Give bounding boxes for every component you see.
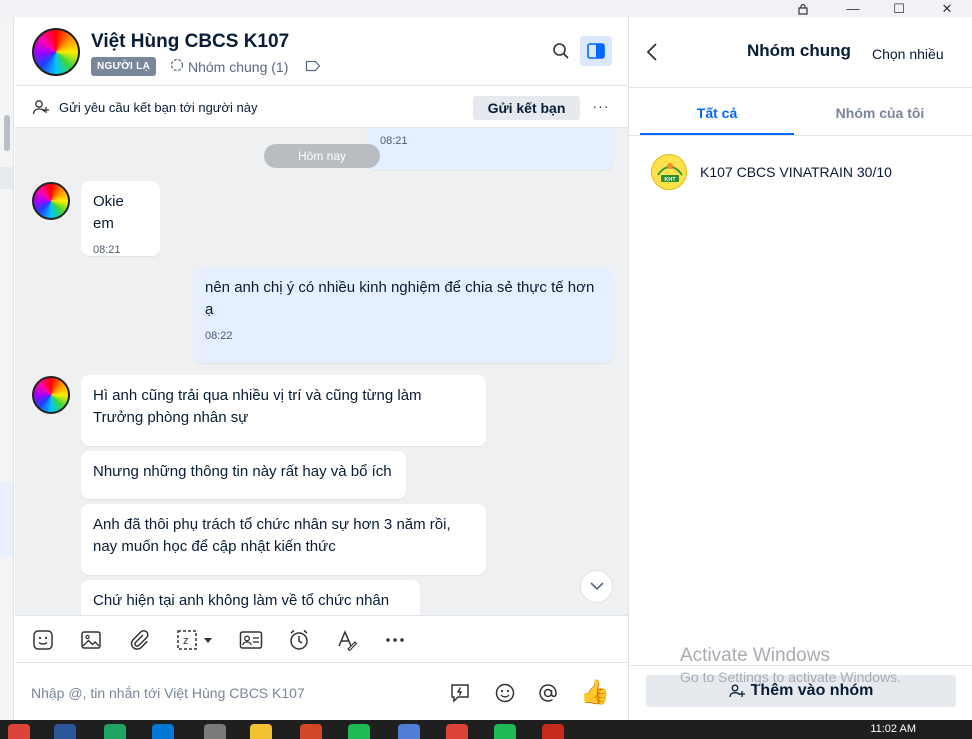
- taskbar-app-icon[interactable]: [204, 724, 226, 739]
- sender-avatar[interactable]: [32, 182, 70, 220]
- activation-watermark-title: Activate Windows: [680, 645, 830, 666]
- message-text-line: Trưởng phòng nhân sự: [93, 409, 249, 426]
- sender-avatar[interactable]: [32, 376, 70, 414]
- add-member-icon: [729, 684, 745, 698]
- window-titlebar: — ☐ ✕: [0, 0, 972, 17]
- image-icon[interactable]: [79, 628, 103, 652]
- divider: [629, 87, 972, 88]
- group-avatar[interactable]: KHT: [651, 154, 687, 190]
- conversation-list-edge: [0, 17, 14, 720]
- message-bubble-incoming[interactable]: Hì anh cũng trải qua nhiều vị trí và cũn…: [81, 375, 486, 446]
- contact-avatar[interactable]: [32, 28, 80, 76]
- multi-select-button[interactable]: Chọn nhiều: [872, 46, 944, 62]
- screenshot-icon[interactable]: z: [175, 628, 217, 652]
- lock-icon[interactable]: [788, 0, 818, 17]
- activation-watermark-subtitle: Go to Settings to activate Windows.: [680, 669, 901, 685]
- mention-icon[interactable]: [537, 682, 561, 706]
- taskbar-app-icon[interactable]: [542, 724, 564, 739]
- back-arrow-icon[interactable]: [645, 41, 665, 65]
- add-friend-icon: [32, 98, 50, 116]
- message-bubble-incoming[interactable]: Anh đã thôi phụ trách tổ chức nhân sự hơ…: [81, 504, 486, 575]
- contact-card-icon[interactable]: [239, 628, 263, 652]
- composer: 👍: [15, 664, 628, 720]
- thumbs-up-icon[interactable]: 👍: [580, 678, 610, 708]
- taskbar-app-icon[interactable]: [398, 724, 420, 739]
- stranger-badge: NGƯỜI LẠ: [91, 57, 157, 76]
- contact-name[interactable]: Việt Hùng CBCS K107: [91, 31, 289, 53]
- taskbar-app-icon[interactable]: [152, 724, 174, 739]
- conversation-list-scrollbar[interactable]: [4, 115, 10, 151]
- message-text: Chứ hiện tại anh không làm về tổ chức nh…: [93, 592, 390, 615]
- taskbar-app-icon[interactable]: [104, 724, 126, 739]
- common-groups-label: Nhóm chung (1): [188, 58, 289, 75]
- divider: [629, 665, 972, 666]
- message-bubble-incoming[interactable]: Chứ hiện tại anh không làm về tổ chức nh…: [81, 580, 420, 615]
- taskbar-app-icon[interactable]: [446, 724, 468, 739]
- taskbar-app-icon[interactable]: [54, 724, 76, 739]
- reminder-icon[interactable]: [287, 628, 311, 652]
- message-input[interactable]: [31, 682, 431, 704]
- message-text-line: Anh đã thôi phụ trách tổ chức nhân sự hơ…: [93, 516, 451, 533]
- more-options-icon[interactable]: ···: [590, 95, 612, 117]
- message-text-line: ạ: [205, 301, 214, 318]
- more-icon[interactable]: [383, 628, 407, 652]
- svg-text:z: z: [183, 635, 189, 647]
- friend-request-bar: Gửi yêu cầu kết bạn tới người này Gửi kế…: [15, 87, 628, 128]
- date-separator: Hôm nay: [264, 144, 380, 168]
- search-icon[interactable]: [548, 38, 574, 64]
- send-friend-request-button[interactable]: Gửi kết bạn: [473, 96, 580, 120]
- sticker-icon[interactable]: [31, 628, 55, 652]
- tag-icon[interactable]: [305, 59, 321, 73]
- os-taskbar: 11:02 AM: [0, 720, 972, 739]
- group-icon: [170, 58, 184, 75]
- conversation-item-selected[interactable]: [0, 482, 13, 557]
- taskbar-app-icon[interactable]: [300, 724, 322, 739]
- group-avatar-text: KHT: [664, 177, 676, 183]
- taskbar-app-icon[interactable]: [348, 724, 370, 739]
- message-text-line: nên anh chị ý có nhiều kinh nghiệm để ch…: [205, 279, 595, 296]
- message-text: Nhưng những thông tin này rất hay và bổ …: [93, 463, 392, 480]
- group-name[interactable]: K107 CBCS VINATRAIN 30/10: [700, 164, 892, 180]
- message-text-line: Hì anh cũng trải qua nhiều vị trí và cũn…: [93, 387, 422, 404]
- message-time: 08:22: [205, 330, 233, 342]
- message-bubble-outgoing[interactable]: 08:21: [367, 128, 613, 170]
- tab-my-groups[interactable]: Nhóm của tôi: [800, 101, 960, 135]
- attachment-icon[interactable]: [127, 628, 151, 652]
- friend-request-text: Gửi yêu cầu kết bạn tới người này: [59, 100, 258, 115]
- composer-toolbar: z: [15, 615, 628, 663]
- message-bubble-incoming[interactable]: Okie em 08:21: [81, 181, 160, 256]
- tab-all[interactable]: Tất cả: [640, 101, 794, 135]
- chevron-down-icon: [589, 582, 604, 591]
- taskbar-app-icon[interactable]: [8, 724, 30, 739]
- maximize-button[interactable]: ☐: [884, 0, 914, 17]
- toggle-side-panel-icon[interactable]: [580, 36, 612, 66]
- text-format-icon[interactable]: [335, 628, 359, 652]
- message-text-line: nay muốn học để cập nhật kiến thức: [93, 538, 336, 555]
- message-bubble-incoming[interactable]: Nhưng những thông tin này rất hay và bổ …: [81, 451, 406, 499]
- conversation-item[interactable]: [0, 167, 13, 189]
- minimize-button[interactable]: —: [838, 0, 868, 17]
- message-bubble-outgoing[interactable]: nên anh chị ý có nhiều kinh nghiệm để ch…: [193, 267, 613, 363]
- chat-header: Việt Hùng CBCS K107 NGƯỜI LẠ Nhóm chung …: [15, 17, 628, 86]
- scroll-to-bottom-button[interactable]: [580, 570, 613, 603]
- message-list[interactable]: 08:21 Hôm nay Okie em 08:21 nên anh chị …: [15, 128, 628, 615]
- message-text: Okie em: [93, 193, 124, 232]
- close-button[interactable]: ✕: [932, 0, 962, 17]
- taskbar-app-icon[interactable]: [250, 724, 272, 739]
- quick-message-icon[interactable]: [449, 682, 473, 706]
- divider: [629, 135, 972, 136]
- common-groups-panel: Nhóm chung Chọn nhiều Tất cả Nhóm của tô…: [628, 17, 972, 720]
- message-time: 08:21: [380, 135, 408, 147]
- panel-title: Nhóm chung: [747, 41, 851, 60]
- common-groups-link[interactable]: Nhóm chung (1): [170, 57, 288, 76]
- emoji-icon[interactable]: [494, 682, 518, 706]
- message-time: 08:21: [93, 244, 121, 256]
- taskbar-clock[interactable]: 11:02 AM: [870, 723, 916, 735]
- taskbar-app-icon[interactable]: [494, 724, 516, 739]
